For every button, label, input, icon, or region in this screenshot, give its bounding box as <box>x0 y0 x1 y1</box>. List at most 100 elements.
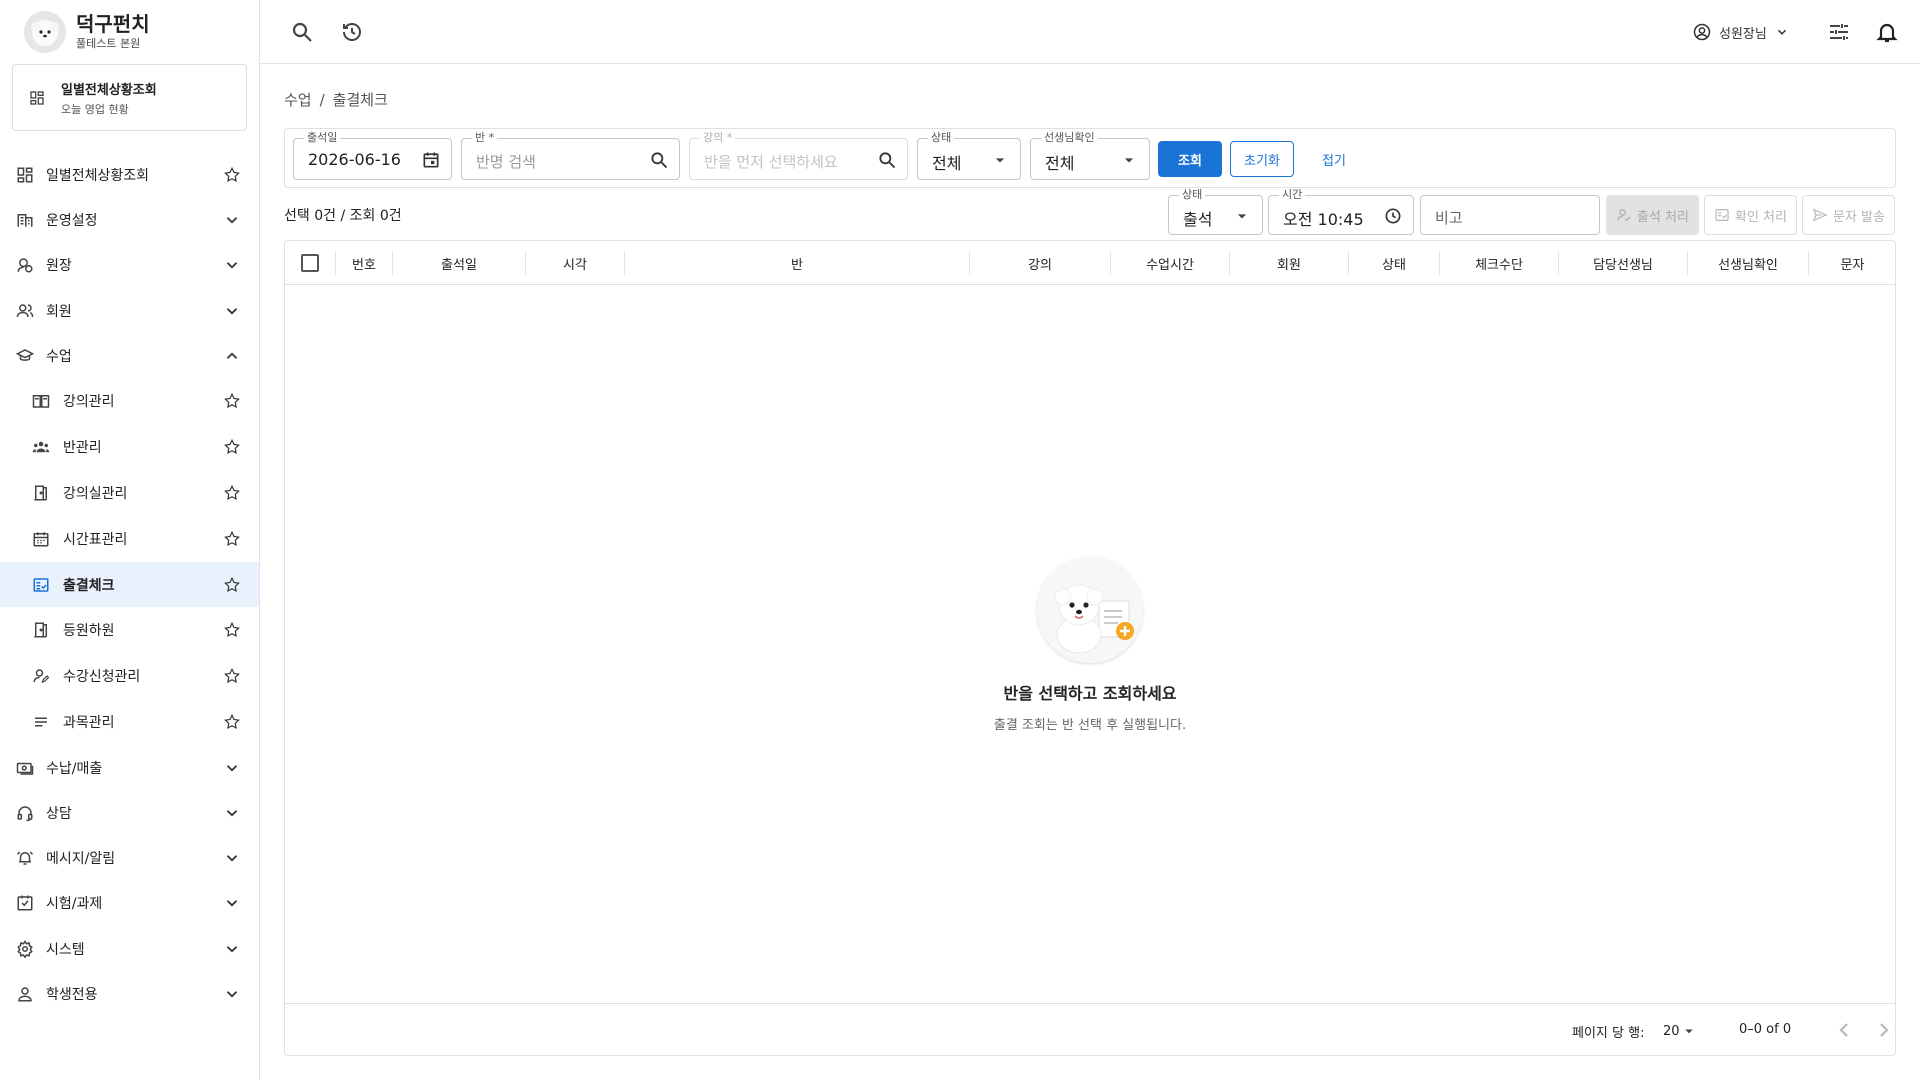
sidebar-item-checkin-checkout[interactable]: 등원하원 <box>0 607 259 653</box>
star-icon[interactable] <box>223 166 241 184</box>
user-name: 성원장님 <box>1719 26 1767 42</box>
breadcrumb-parent[interactable]: 수업 <box>284 91 312 109</box>
confirm-process-button[interactable]: 확인 처리 <box>1704 195 1797 235</box>
column-header[interactable]: 번호 <box>336 241 392 285</box>
column-header[interactable]: 선생님확인 <box>1688 241 1808 285</box>
star-icon[interactable] <box>223 621 241 639</box>
column-header[interactable]: 수업시간 <box>1111 241 1229 285</box>
send-sms-button[interactable]: 문자 발송 <box>1802 195 1895 235</box>
button-label: 문자 발송 <box>1833 209 1885 225</box>
user-menu[interactable]: 성원장님 <box>1693 20 1789 44</box>
bell-icon[interactable] <box>1875 20 1899 44</box>
sidebar-item-label: 운영설정 <box>46 212 98 229</box>
empty-state-subtitle: 출결 조회는 반 선택 후 실행됩니다. <box>993 718 1187 733</box>
attendance-date-field[interactable]: 출석일 2026-06-16 <box>293 131 452 180</box>
chevron-down-icon <box>226 764 238 772</box>
table-header: 번호 출석일 시각 반 강의 수업시간 회원 상태 체크수단 담당선생님 선생님… <box>285 241 1895 285</box>
filter-panel: 출석일 2026-06-16 반 * 반명 검색 강의 * 반을 먼저 선택하세… <box>284 128 1896 188</box>
breadcrumb-separator: / <box>319 91 325 109</box>
sidebar-item-classroom-manage[interactable]: 강의실관리 <box>0 470 259 516</box>
class-search-field[interactable]: 반 * 반명 검색 <box>461 131 680 180</box>
sidebar-item-attendance[interactable]: 출결체크 <box>0 561 259 608</box>
reset-button[interactable]: 초기화 <box>1230 141 1294 177</box>
sidebar-item-student-only[interactable]: 학생전용 <box>0 971 259 1016</box>
column-header[interactable]: 시각 <box>526 241 624 285</box>
clock-icon[interactable] <box>1383 206 1403 226</box>
button-label: 확인 처리 <box>1735 209 1787 225</box>
field-label: 상태 <box>1179 188 1206 202</box>
select-all-checkbox[interactable] <box>301 254 319 272</box>
chevron-down-icon <box>226 855 238 862</box>
rows-per-page-value: 20 <box>1663 1023 1680 1039</box>
field-label: 상태 <box>928 131 955 145</box>
sidebar-item-class-manage[interactable]: 반관리 <box>0 424 259 470</box>
sidebar-item-enrollment[interactable]: 수강신청관리 <box>0 653 259 699</box>
column-header[interactable]: 문자 <box>1809 241 1896 285</box>
account-circle-icon <box>1693 23 1711 41</box>
sidebar-item-timetable[interactable]: 시간표관리 <box>0 516 259 562</box>
chevron-right-icon[interactable] <box>1871 1018 1895 1042</box>
tune-icon[interactable] <box>1827 20 1851 44</box>
sidebar-item-label: 시험/과제 <box>46 896 103 913</box>
search-icon[interactable] <box>290 20 314 44</box>
fact-check-icon <box>33 577 49 592</box>
column-header[interactable]: 출석일 <box>393 241 525 285</box>
column-header[interactable]: 회원 <box>1230 241 1348 285</box>
send-icon <box>1812 208 1828 222</box>
bulk-note-field[interactable]: 비고 <box>1420 195 1600 235</box>
star-icon[interactable] <box>223 530 241 548</box>
column-header[interactable]: 체크수단 <box>1440 241 1558 285</box>
bulk-status-select[interactable]: 상태 출석 <box>1168 188 1263 235</box>
attend-process-button[interactable]: 출석 처리 <box>1606 195 1699 235</box>
star-icon[interactable] <box>223 713 241 731</box>
column-header[interactable]: 강의 <box>970 241 1110 285</box>
star-icon[interactable] <box>223 438 241 456</box>
brand[interactable]: 덕구펀치 풀테스트 본원 <box>24 10 150 54</box>
field-label: 출석일 <box>304 131 341 145</box>
teacher-check-select[interactable]: 선생님확인 전체 <box>1030 131 1150 180</box>
star-icon[interactable] <box>223 392 241 410</box>
chevron-down-icon <box>226 900 238 907</box>
sidebar-item-daily-status[interactable]: 일별전체상황조회 <box>0 152 259 197</box>
dropdown-arrow-icon <box>1684 1029 1693 1034</box>
search-icon[interactable] <box>877 150 897 170</box>
today-status-card[interactable]: 일별전체상황조회 오늘 영업 현황 <box>12 64 247 131</box>
star-icon[interactable] <box>223 484 241 502</box>
door-icon <box>34 485 47 501</box>
sidebar-item-label: 강의관리 <box>63 394 115 411</box>
lecture-search-field[interactable]: 강의 * 반을 먼저 선택하세요 <box>689 131 908 180</box>
sidebar-item-payments[interactable]: 수납/매출 <box>0 745 259 790</box>
sidebar-item-label: 과목관리 <box>63 714 115 731</box>
search-icon[interactable] <box>649 150 669 170</box>
sidebar-item-messages[interactable]: 메시지/알림 <box>0 835 259 880</box>
sidebar-item-consulting[interactable]: 상담 <box>0 790 259 835</box>
sidebar-item-lecture-manage[interactable]: 강의관리 <box>0 378 259 424</box>
star-icon[interactable] <box>223 576 241 594</box>
bulk-time-field[interactable]: 시간 오전 10:45 <box>1268 188 1414 235</box>
sidebar-item-members[interactable]: 회원 <box>0 288 259 333</box>
calendar-icon[interactable] <box>421 150 441 170</box>
sidebar-item-owner[interactable]: 원장 <box>0 243 259 288</box>
history-icon[interactable] <box>340 20 364 44</box>
search-button[interactable]: 조회 <box>1158 141 1222 177</box>
status-select[interactable]: 상태 전체 <box>917 131 1021 180</box>
sidebar-item-classes[interactable]: 수업 <box>0 333 259 378</box>
column-header[interactable]: 반 <box>625 241 969 285</box>
rows-per-page-select[interactable]: 20 <box>1663 1022 1698 1040</box>
star-icon[interactable] <box>223 667 241 685</box>
chevron-down-icon <box>226 262 238 269</box>
sidebar-item-subjects[interactable]: 과목관리 <box>0 699 259 745</box>
collapse-button[interactable]: 접기 <box>1302 141 1366 177</box>
column-header[interactable]: 상태 <box>1349 241 1439 285</box>
graduation-cap-icon <box>16 348 34 361</box>
headset-icon <box>17 806 33 822</box>
sidebar-item-label: 회원 <box>46 303 72 320</box>
people-icon <box>16 303 34 317</box>
dashboard-icon <box>17 167 33 183</box>
column-header[interactable]: 담당선생님 <box>1559 241 1687 285</box>
sidebar-item-label: 시스템 <box>46 941 85 958</box>
sidebar-item-exams[interactable]: 시험/과제 <box>0 881 259 926</box>
sidebar-item-operations[interactable]: 운영설정 <box>0 197 259 242</box>
chevron-left-icon[interactable] <box>1833 1018 1857 1042</box>
sidebar-item-system[interactable]: 시스템 <box>0 926 259 971</box>
